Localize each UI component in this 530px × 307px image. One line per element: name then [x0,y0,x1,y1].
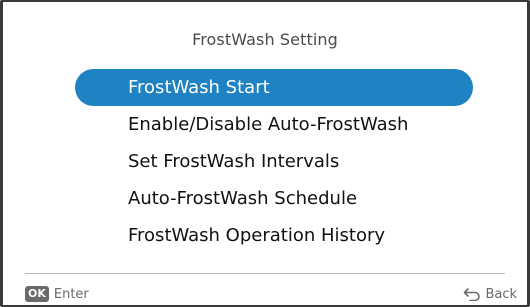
menu-list: FrostWash Start Enable/Disable Auto-Fros… [75,69,473,254]
back-label: Back [485,286,517,302]
page-title: FrostWash Setting [192,30,338,49]
menu-item-auto-frostwash-schedule[interactable]: Auto-FrostWash Schedule [75,180,473,217]
enter-label: Enter [53,286,89,302]
back-hint[interactable]: Back [463,285,517,303]
menu-item-set-frostwash-intervals[interactable]: Set FrostWash Intervals [75,143,473,180]
menu-item-frostwash-operation-history[interactable]: FrostWash Operation History [75,217,473,254]
ok-button-icon: OK [25,286,49,302]
return-arrow-icon [463,287,481,301]
menu-item-enable-disable-auto-frostwash[interactable]: Enable/Disable Auto-FrostWash [75,106,473,143]
enter-hint[interactable]: OK Enter [25,285,89,303]
footer-divider [25,273,505,274]
menu-item-frostwash-start[interactable]: FrostWash Start [75,69,473,106]
screen-frame: FrostWash Setting FrostWash Start Enable… [0,0,530,307]
